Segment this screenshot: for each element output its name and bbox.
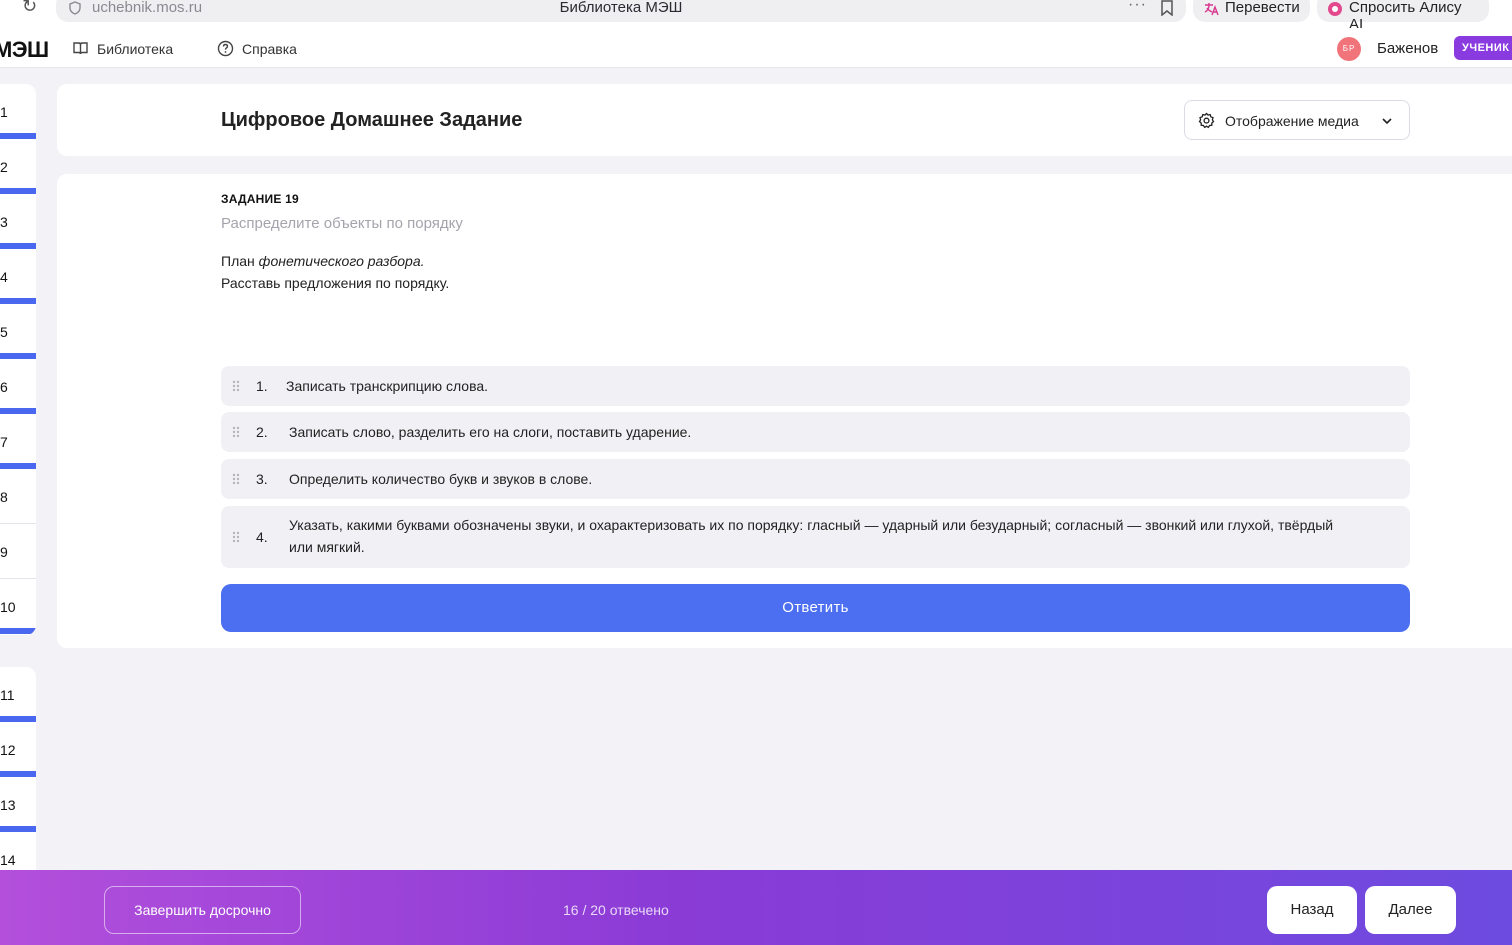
item-number: 1. (256, 378, 268, 394)
next-button[interactable]: Далее (1365, 886, 1456, 934)
question-number: 2 (0, 159, 8, 175)
question-nav-item[interactable]: 12 (0, 722, 36, 777)
question-nav-item[interactable]: 6 (0, 359, 36, 414)
task-text-italic: фонетического разбора. (258, 253, 425, 269)
item-number: 2. (256, 424, 268, 440)
item-text: Определить количество букв и звуков в сл… (289, 471, 593, 487)
item-number: 3. (256, 471, 268, 487)
task-text-line2: Расставь предложения по порядку. (221, 275, 450, 291)
reload-icon[interactable]: ↻ (22, 0, 42, 16)
item-text: Указать, какими буквами обозначены звуки… (289, 517, 1334, 555)
task-number: ЗАДАНИЕ 19 (221, 192, 299, 206)
translate-button[interactable]: Перевести (1193, 0, 1310, 22)
question-nav-group-1: 1 2 3 4 5 6 7 8 9 10 (0, 84, 36, 635)
question-nav-group-2: 11 12 13 14 (0, 667, 36, 877)
question-number: 3 (0, 214, 8, 230)
sortable-item[interactable]: 1. Записать транскрипцию слова. (221, 366, 1410, 406)
footer-bar: Завершить досрочно 16 / 20 отвечено Наза… (0, 870, 1512, 945)
app-header: МЭШ Библиотека Справка БР Баженов УЧЕНИК (0, 28, 1512, 68)
question-number: 7 (0, 434, 8, 450)
question-nav-item[interactable]: 10 (0, 579, 36, 634)
task-text-prefix: План (221, 253, 259, 269)
progress-text: 16 / 20 отвечено (563, 902, 669, 918)
question-number: 12 (0, 742, 16, 758)
gear-icon (1198, 112, 1215, 129)
item-text: Записать слово, разделить его на слоги, … (289, 424, 692, 440)
question-nav-item[interactable]: 1 (0, 84, 36, 139)
question-number: 14 (0, 852, 16, 868)
nav-help-label: Справка (242, 40, 297, 57)
task-card: ЗАДАНИЕ 19 Распределите объекты по поряд… (57, 174, 1512, 648)
finish-early-button[interactable]: Завершить досрочно (104, 886, 301, 934)
question-nav-item[interactable]: 8 (0, 469, 36, 524)
question-number: 4 (0, 269, 8, 285)
drag-handle-icon[interactable] (232, 380, 240, 392)
question-nav-item[interactable]: 13 (0, 777, 36, 832)
question-number: 10 (0, 599, 16, 615)
address-bar[interactable]: uchebnik.mos.ru Библиотека МЭШ ··· (56, 0, 1186, 22)
question-nav-item[interactable]: 9 (0, 524, 36, 579)
sortable-item[interactable]: 3. Определить количество букв и звуков в… (221, 459, 1410, 499)
item-text: Записать транскрипцию слова. (286, 378, 489, 394)
sortable-item[interactable]: 2. Записать слово, разделить его на слог… (221, 412, 1410, 452)
chevron-down-icon (1382, 118, 1392, 125)
alice-button[interactable]: Спросить Алису AI (1317, 0, 1489, 33)
help-icon (217, 40, 234, 57)
item-number: 4. (256, 529, 268, 545)
question-number: 6 (0, 379, 8, 395)
drag-handle-icon[interactable] (232, 473, 240, 485)
nav-library-label: Библиотека (97, 40, 174, 57)
username[interactable]: Баженов (1377, 40, 1438, 57)
browser-toolbar: ↻ uchebnik.mos.ru Библиотека МЭШ ··· Пер… (0, 0, 1512, 33)
sortable-item[interactable]: 4. Указать, какими буквами обозначены зв… (221, 506, 1410, 568)
question-number: 1 (0, 104, 8, 120)
task-type: Распределите объекты по порядку (221, 215, 463, 232)
question-nav-item[interactable]: 5 (0, 304, 36, 359)
back-button[interactable]: Назад (1267, 886, 1357, 934)
question-number: 5 (0, 324, 8, 340)
drag-handle-icon[interactable] (232, 426, 240, 438)
alice-icon (1328, 2, 1342, 16)
drag-handle-icon[interactable] (232, 531, 240, 543)
title-card: Цифровое Домашнее Задание Отображение ме… (57, 84, 1512, 156)
book-icon (73, 42, 88, 55)
media-display-dropdown[interactable]: Отображение медиа (1184, 100, 1410, 140)
bookmark-icon[interactable] (1160, 0, 1174, 16)
question-number: 9 (0, 544, 8, 560)
avatar[interactable]: БР (1337, 37, 1361, 61)
more-icon[interactable]: ··· (1128, 0, 1147, 14)
question-nav-item[interactable]: 2 (0, 139, 36, 194)
question-nav-item[interactable]: 3 (0, 194, 36, 249)
page-title: Цифровое Домашнее Задание (221, 109, 523, 131)
question-number: 11 (0, 687, 15, 703)
question-number: 13 (0, 797, 16, 813)
answer-button[interactable]: Ответить (221, 584, 1410, 632)
translate-label: Перевести (1225, 0, 1300, 16)
logo[interactable]: МЭШ (0, 37, 49, 63)
question-nav-item[interactable]: 11 (0, 667, 36, 722)
translate-icon (1204, 3, 1219, 16)
task-text: План фонетического разбора. Расставь пре… (221, 250, 449, 294)
question-nav-item[interactable]: 7 (0, 414, 36, 469)
question-number: 8 (0, 489, 8, 505)
nav-help[interactable]: Справка (217, 40, 297, 57)
nav-library[interactable]: Библиотека (72, 40, 173, 57)
role-badge: УЧЕНИК (1454, 36, 1512, 60)
media-display-label: Отображение медиа (1225, 113, 1359, 129)
browser-page-title: Библиотека МЭШ (559, 0, 683, 16)
question-nav-item[interactable]: 4 (0, 249, 36, 304)
